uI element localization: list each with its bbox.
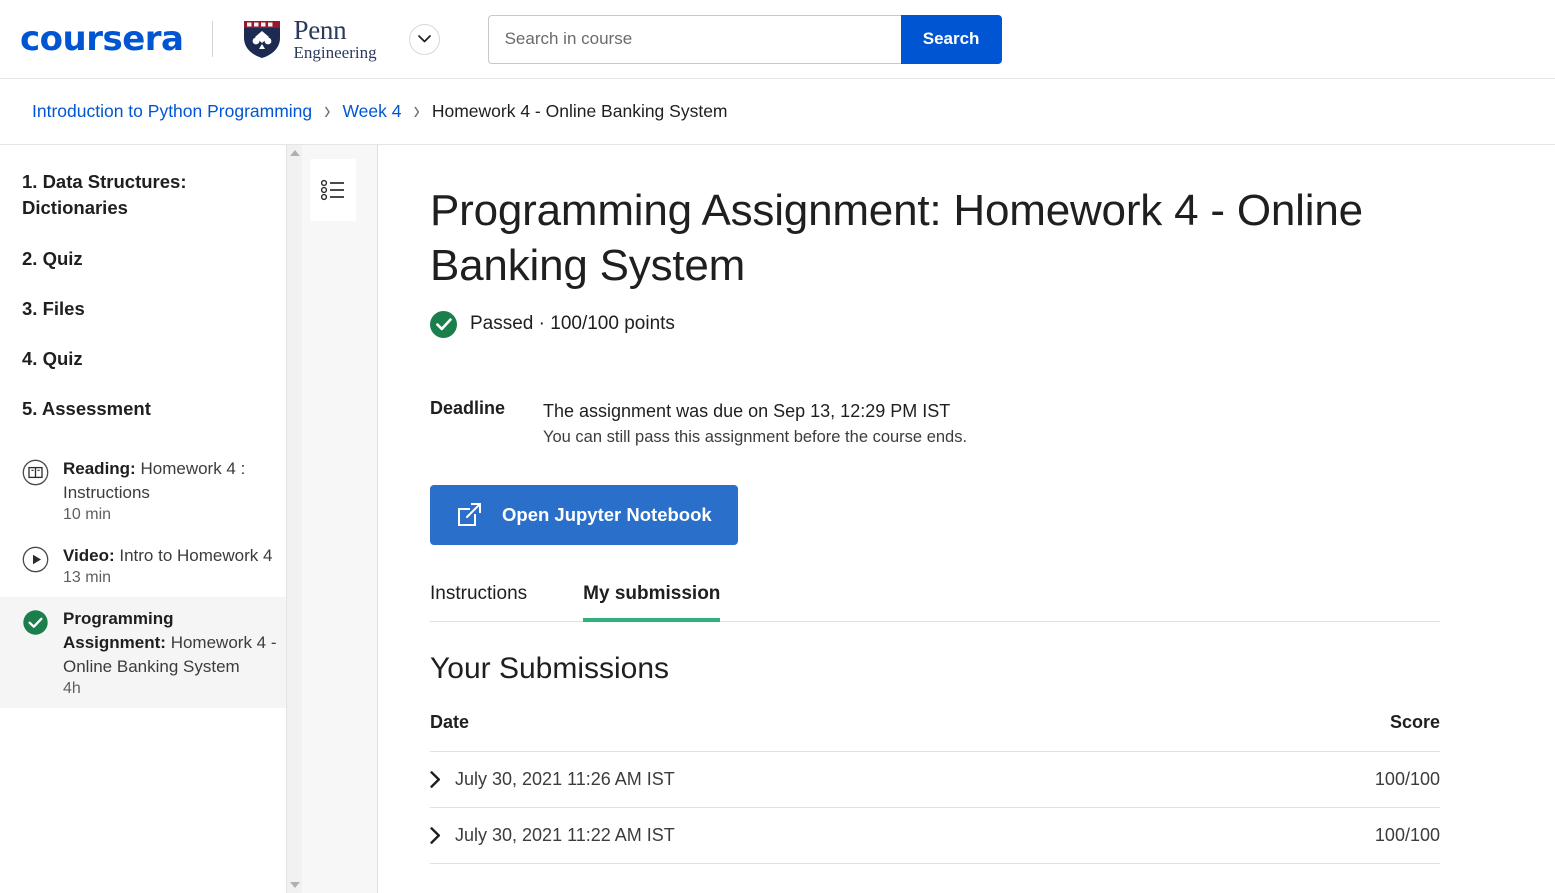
sidebar-scrollbar[interactable] [286,145,302,893]
breadcrumb-item-current: Homework 4 - Online Banking System [431,101,728,121]
sidebar-item-quiz-4[interactable]: 4. Quiz [0,346,302,372]
check-circle-icon [430,310,457,338]
expand-submission-toggle[interactable]: July 30, 2021 11:22 AM IST [430,825,1228,846]
course-outline-toggle-button[interactable] [310,159,356,221]
assignment-tabs: Instructions My submission [430,583,1440,622]
book-icon [22,459,49,485]
content-area: 1. Data Structures: Dictionaries 2. Quiz… [0,145,1555,893]
submission-date-cell: July 30, 2021 11:26 AM IST [430,751,1228,808]
coursera-logo[interactable]: coursera [20,22,184,56]
sidebar-lesson-title: Video: Intro to Homework 4 [63,544,272,568]
partner-name: Penn [293,15,347,45]
table-row[interactable]: July 30, 2021 11:26 AM IST 100/100 [430,751,1440,808]
partner-switcher-button[interactable] [408,23,440,55]
breadcrumb-item-week[interactable]: Week 4 [342,101,401,122]
chevron-down-icon [417,35,431,43]
sidebar-lesson-kind: Video: [63,545,115,565]
sidebar-lesson-name: Intro to Homework 4 [119,545,273,565]
chevron-right-icon [430,771,440,788]
app-header: coursera Penn Engineering Search [0,0,1555,79]
expand-submission-toggle[interactable]: July 30, 2021 11:26 AM IST [430,769,1228,790]
sidebar-item-files[interactable]: 3. Files [0,296,302,322]
breadcrumb-separator-icon: › [413,96,420,125]
scroll-up-arrow-icon[interactable] [287,145,302,161]
sidebar-section-list: 1. Data Structures: Dictionaries 2. Quiz… [0,145,302,423]
sidebar-lesson-reading[interactable]: Reading: Homework 4 : Instructions 10 mi… [0,447,302,534]
breadcrumb: Introduction to Python Programming › Wee… [0,79,1555,145]
column-header-score: Score [1227,711,1440,752]
page-title: Programming Assignment: Homework 4 - Onl… [430,186,1363,291]
tab-instructions[interactable]: Instructions [430,583,527,621]
sidebar-lesson-duration: 13 min [63,568,112,586]
sidebar-lesson-duration: 10 min [63,505,112,523]
tab-my-submission[interactable]: My submission [583,583,721,622]
sidebar-lesson-kind: Reading: [63,458,136,478]
sidebar-item-quiz-2[interactable]: 2. Quiz [0,246,302,272]
table-header-row: Date Score [430,711,1440,752]
deadline-primary-text: The assignment was due on Sep 13, 12:29 … [543,400,951,421]
sidebar-item-assessment[interactable]: 5. Assessment [0,396,302,422]
open-jupyter-notebook-label: Open Jupyter Notebook [502,503,712,525]
breadcrumb-separator-icon: › [324,96,331,125]
submissions-heading: Your Submissions [430,651,670,685]
submission-score-cell: 100/100 [1227,751,1440,808]
scroll-down-arrow-icon[interactable] [287,877,302,893]
sidebar-lesson-kind: Programming Assignment: [63,608,174,653]
search-input[interactable] [487,14,901,64]
open-jupyter-notebook-button[interactable]: Open Jupyter Notebook [430,484,738,545]
chevron-right-icon [430,827,440,844]
deadline-block: Deadline The assignment was due on Sep 1… [430,398,1539,447]
sidebar-lesson-title: Reading: Homework 4 : Instructions [63,457,280,505]
status-text: Passed · 100/100 points [470,313,675,335]
submission-score-cell: 100/100 [1227,807,1440,864]
table-row[interactable]: July 30, 2021 11:22 AM IST 100/100 [430,807,1440,864]
submissions-table: Date Score July 30, 2021 11:26 AM IST 10… [430,711,1440,864]
assignment-main-panel: Programming Assignment: Homework 4 - Onl… [378,145,1555,893]
penn-shield-icon [243,21,280,58]
submission-date-text: July 30, 2021 11:26 AM IST [455,768,675,789]
deadline-label: Deadline [430,397,506,418]
course-sidebar: 1. Data Structures: Dictionaries 2. Quiz… [0,145,302,893]
sidebar-lesson-video[interactable]: Video: Intro to Homework 4 13 min [0,534,302,597]
play-circle-icon [22,546,49,573]
sidebar-item-data-structures[interactable]: 1. Data Structures: Dictionaries [0,169,302,222]
sidebar-lesson-programming-assignment[interactable]: Programming Assignment: Homework 4 - Onl… [0,596,302,709]
sidebar-lesson-title: Programming Assignment: Homework 4 - Onl… [63,607,280,679]
course-search: Search [487,14,1002,64]
deadline-secondary-text: You can still pass this assignment befor… [543,427,968,446]
submission-date-cell: July 30, 2021 11:22 AM IST [430,807,1228,864]
breadcrumb-item-course[interactable]: Introduction to Python Programming [32,101,312,122]
status-badge: Passed · 100/100 points [430,310,1539,338]
check-circle-icon [23,610,48,635]
external-link-icon [458,503,481,527]
outline-rail [302,145,378,893]
sidebar-lesson-duration: 4h [63,680,81,698]
search-button[interactable]: Search [900,14,1002,64]
header-divider [211,21,213,57]
column-header-date: Date [430,711,1228,752]
partner-logo-penn-engineering[interactable]: Penn Engineering [239,16,377,62]
bulleted-list-icon [320,179,344,201]
partner-subtitle: Engineering [293,43,377,62]
submission-date-text: July 30, 2021 11:22 AM IST [455,824,675,845]
